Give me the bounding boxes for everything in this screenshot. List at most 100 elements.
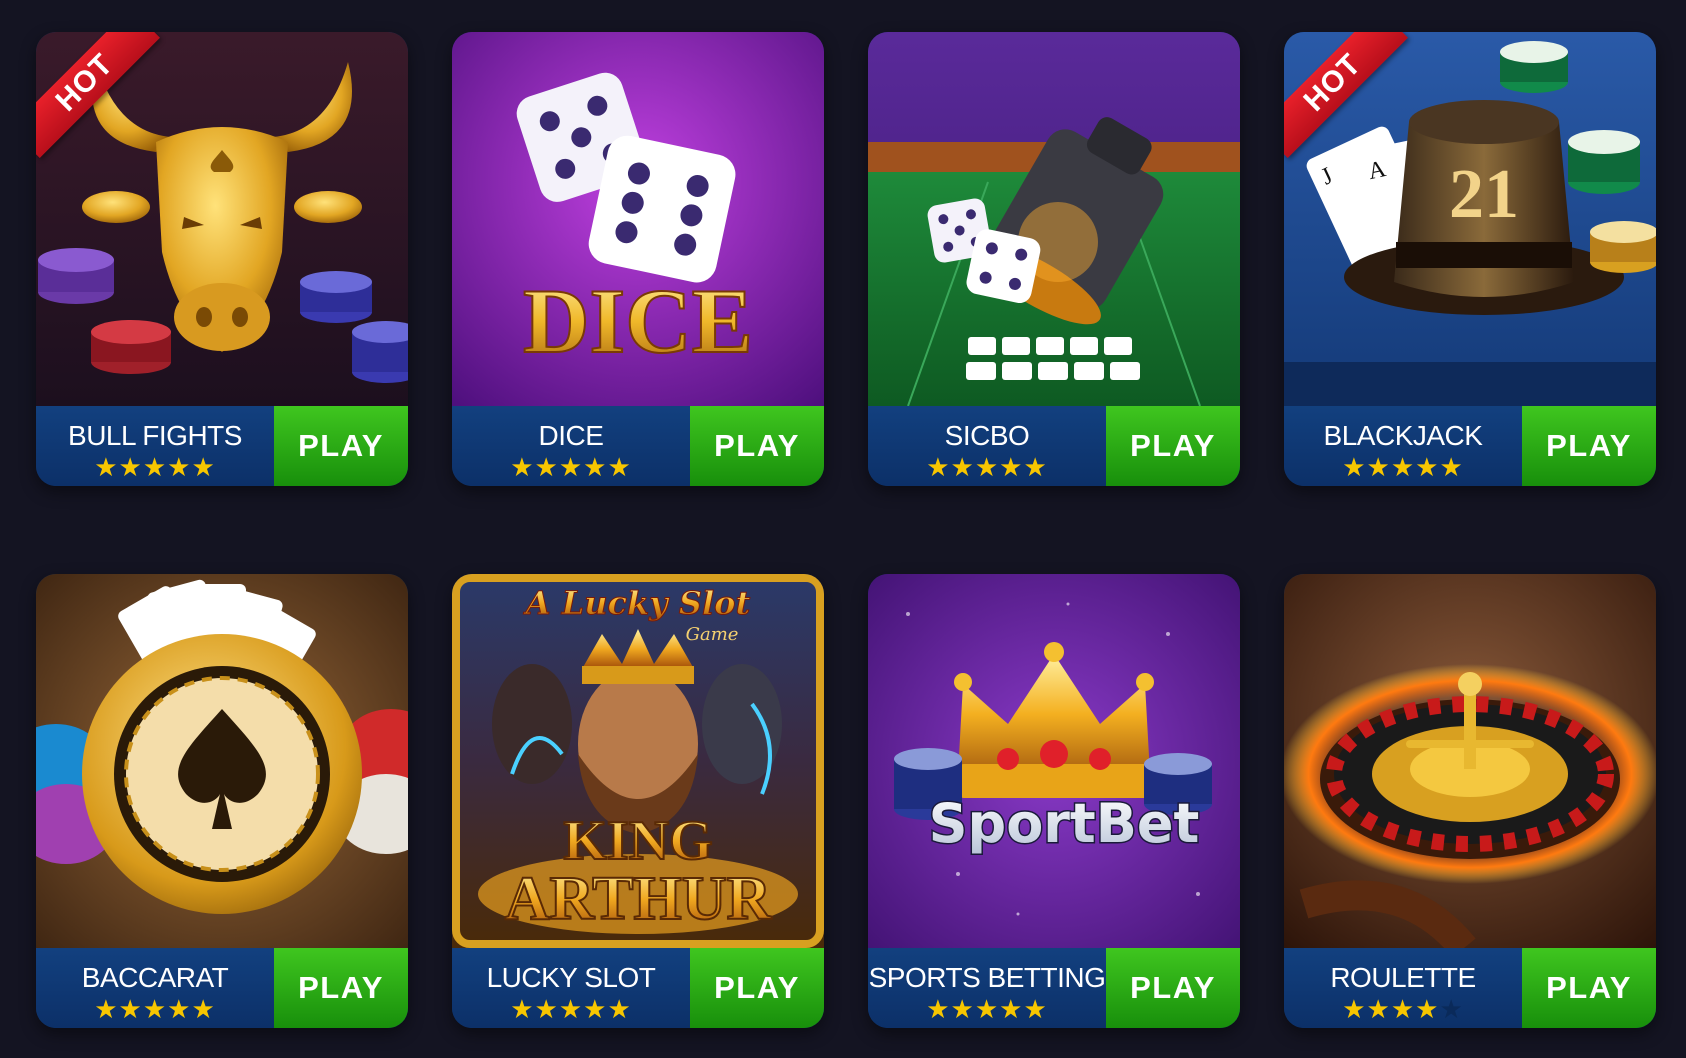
lucky-slot-artwork[interactable]: A Lucky Slot Game KING ARTHUR [452,574,824,948]
game-card-blackjack[interactable]: J♠ A♠ 21 HOT BLACKJACK ★★★★★ PLAY [1284,32,1656,486]
star-filled-icon: ★ [510,452,535,482]
game-info: BLACKJACK ★★★★★ [1284,406,1522,486]
star-filled-icon: ★ [510,994,535,1024]
game-info-bar: BULL FIGHTS ★★★★★ PLAY [36,406,408,486]
game-title: SPORTS BETTING [868,962,1106,993]
blackjack-artwork[interactable]: J♠ A♠ 21 HOT [1284,32,1656,406]
dice-artwork[interactable]: DICE [452,32,824,406]
game-title: LUCKY SLOT [486,962,656,993]
star-filled-icon: ★ [118,994,143,1024]
blackjack-art-text: 21 [1449,156,1519,233]
spade-chip-icon [36,574,408,948]
star-rating: ★★★★★ [452,996,690,1022]
game-title: SICBO [944,420,1030,451]
game-info-bar: ROULETTE ★★★★★ PLAY [1284,948,1656,1028]
game-card-sicbo[interactable]: SICBO ★★★★★ PLAY [868,32,1240,486]
star-filled-icon: ★ [1342,994,1367,1024]
star-filled-icon: ★ [167,994,192,1024]
game-info-bar: LUCKY SLOT ★★★★★ PLAY [452,948,824,1028]
roulette-artwork[interactable] [1284,574,1656,948]
star-filled-icon: ★ [1390,452,1416,482]
star-filled-icon: ★ [1415,994,1440,1024]
star-filled-icon: ★ [1366,994,1391,1024]
star-filled-icon: ★ [1342,452,1367,482]
play-button[interactable]: PLAY [1106,406,1240,486]
star-filled-icon: ★ [142,994,168,1024]
play-button[interactable]: PLAY [690,406,824,486]
star-filled-icon: ★ [583,452,608,482]
game-card-dice[interactable]: DICE DICE ★★★★★ PLAY [452,32,824,486]
play-button[interactable]: PLAY [1522,948,1656,1028]
star-filled-icon: ★ [999,452,1024,482]
star-rating: ★★★★★ [36,996,274,1022]
star-filled-icon: ★ [583,994,608,1024]
star-filled-icon: ★ [94,994,119,1024]
crown-icon: SportBet [868,574,1240,948]
game-title: BLACKJACK [1323,420,1483,451]
game-info: SICBO ★★★★★ [868,406,1106,486]
dice-icon: DICE [452,32,824,406]
game-card-roulette[interactable]: ROULETTE ★★★★★ PLAY [1284,574,1656,1028]
star-filled-icon: ★ [1366,452,1391,482]
star-rating: ★★★★★ [868,454,1106,480]
star-filled-icon: ★ [94,452,119,482]
play-button[interactable]: PLAY [1106,948,1240,1028]
sicbo-artwork[interactable] [868,32,1240,406]
game-info: DICE ★★★★★ [452,406,690,486]
star-filled-icon: ★ [950,452,975,482]
lucky-slot-art-title: A Lucky Slot [523,584,751,622]
game-info: BACCARAT ★★★★★ [36,948,274,1028]
star-filled-icon: ★ [558,452,584,482]
star-filled-icon: ★ [191,994,216,1024]
star-filled-icon: ★ [950,994,975,1024]
game-info-bar: DICE ★★★★★ PLAY [452,406,824,486]
play-button[interactable]: PLAY [1522,406,1656,486]
star-filled-icon: ★ [558,994,584,1024]
star-filled-icon: ★ [191,452,216,482]
king-icon: A Lucky Slot Game KING ARTHUR [452,574,824,948]
star-filled-icon: ★ [607,452,632,482]
star-rating: ★★★★★ [452,454,690,480]
star-filled-icon: ★ [926,452,951,482]
play-button[interactable]: PLAY [690,948,824,1028]
game-title: BULL FIGHTS [68,420,242,451]
game-info-bar: BLACKJACK ★★★★★ PLAY [1284,406,1656,486]
sports-betting-artwork[interactable]: SportBet [868,574,1240,948]
game-title: BACCARAT [81,962,229,993]
star-filled-icon: ★ [1023,452,1048,482]
game-grid: HOT BULL FIGHTS ★★★★★ PLAY DICE DICE ★★★… [0,0,1686,1058]
star-filled-icon: ★ [999,994,1024,1024]
sportbet-art-text: SportBet [929,792,1200,855]
play-button[interactable]: PLAY [274,948,408,1028]
star-rating: ★★★★★ [868,996,1106,1022]
star-filled-icon: ★ [926,994,951,1024]
star-filled-icon: ★ [974,994,1000,1024]
baccarat-artwork[interactable] [36,574,408,948]
star-filled-icon: ★ [534,994,559,1024]
dice-cup-icon [868,32,1240,406]
star-filled-icon: ★ [142,452,168,482]
game-card-sports-betting[interactable]: SportBet SPORTS BETTING ★★★★★ PLAY [868,574,1240,1028]
star-filled-icon: ★ [607,994,632,1024]
game-info: LUCKY SLOT ★★★★★ [452,948,690,1028]
game-info: SPORTS BETTING ★★★★★ [868,948,1106,1028]
game-card-lucky-slot[interactable]: A Lucky Slot Game KING ARTHUR LUCKY SLOT… [452,574,824,1028]
star-filled-icon: ★ [974,452,1000,482]
roulette-icon [1284,574,1656,948]
star-filled-icon: ★ [534,452,559,482]
game-info-bar: SPORTS BETTING ★★★★★ PLAY [868,948,1240,1028]
game-info-bar: SICBO ★★★★★ PLAY [868,406,1240,486]
star-filled-icon: ★ [1023,994,1048,1024]
star-empty-icon: ★ [1439,994,1464,1024]
game-info: ROULETTE ★★★★★ [1284,948,1522,1028]
game-title: ROULETTE [1330,962,1476,993]
game-info-bar: BACCARAT ★★★★★ PLAY [36,948,408,1028]
play-button[interactable]: PLAY [274,406,408,486]
dice-art-text: DICE [523,270,753,372]
game-card-bull-fights[interactable]: HOT BULL FIGHTS ★★★★★ PLAY [36,32,408,486]
star-filled-icon: ★ [118,452,143,482]
lucky-slot-art-subtitle: Game [686,624,739,645]
game-info: BULL FIGHTS ★★★★★ [36,406,274,486]
bull-fights-artwork[interactable]: HOT [36,32,408,406]
game-card-baccarat[interactable]: BACCARAT ★★★★★ PLAY [36,574,408,1028]
